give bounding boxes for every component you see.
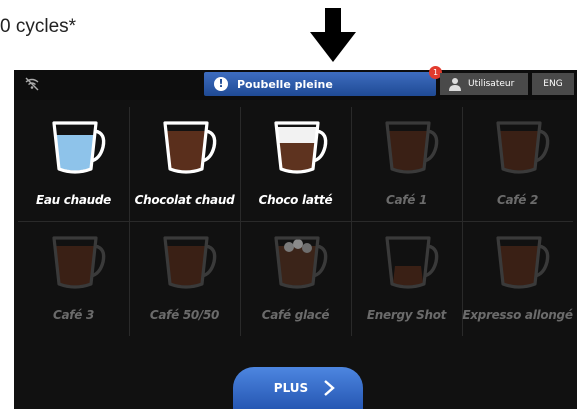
more-button[interactable]: PLUS — [233, 367, 363, 409]
cup-icon — [496, 236, 550, 289]
cup-icon — [496, 121, 550, 174]
cup-icon — [385, 236, 439, 289]
drink-tile[interactable]: Eau chaude — [18, 107, 130, 222]
drink-tile[interactable]: Energy Shot — [351, 222, 463, 336]
user-label: Utilisateur — [468, 79, 515, 89]
cup-icon — [274, 236, 328, 289]
cup-icon — [52, 121, 106, 174]
notification-text: Poubelle pleine — [237, 77, 333, 91]
drink-label: Café 1 — [386, 193, 427, 207]
drink-label: Café glacé — [261, 308, 330, 322]
drink-tile[interactable]: Café 3 — [18, 222, 130, 336]
drink-tile[interactable]: Expresso allongé — [462, 222, 573, 336]
cup-icon — [385, 121, 439, 174]
wifi-off-icon[interactable] — [24, 76, 40, 92]
cup-icon — [163, 236, 217, 289]
drink-label: Café 2 — [497, 193, 538, 207]
cup-icon — [163, 121, 217, 174]
user-icon — [449, 78, 461, 91]
drink-tile[interactable]: Café 1 — [351, 107, 463, 222]
drink-tile[interactable]: Chocolat chaud — [129, 107, 241, 222]
cycles-caption: 0 cycles* — [0, 16, 77, 37]
drink-tile[interactable]: Choco latté — [240, 107, 352, 222]
alert-icon: ! — [214, 77, 228, 91]
top-bar: ! Poubelle pleine 1 Utilisateur ENG — [14, 66, 577, 100]
drink-label: Chocolat chaud — [134, 193, 235, 207]
cup-icon — [52, 236, 106, 289]
down-arrow-icon — [310, 8, 356, 62]
more-button-label: PLUS — [273, 381, 309, 395]
drink-label: Energy Shot — [366, 308, 447, 322]
drink-label: Expresso allongé — [462, 308, 573, 322]
drink-tile[interactable]: Café 50/50 — [129, 222, 241, 336]
language-button[interactable]: ENG — [532, 73, 574, 95]
drink-tile[interactable]: Café 2 — [462, 107, 573, 222]
drink-label: Café 50/50 — [149, 308, 220, 322]
drink-label: Eau chaude — [35, 193, 112, 207]
chevron-right-icon — [324, 380, 336, 396]
notification-banner[interactable]: ! Poubelle pleine 1 — [204, 66, 442, 96]
drink-tile[interactable]: Café glacé — [240, 222, 352, 336]
user-button[interactable]: Utilisateur — [440, 73, 528, 95]
drink-label: Choco latté — [258, 193, 333, 207]
machine-screen: ! Poubelle pleine 1 Utilisateur ENG Eau … — [14, 66, 577, 409]
drink-grid: Eau chaude Chocolat chaud Choco latté Café … — [18, 107, 574, 337]
drink-label: Café 3 — [53, 308, 94, 322]
cup-icon — [274, 121, 328, 174]
